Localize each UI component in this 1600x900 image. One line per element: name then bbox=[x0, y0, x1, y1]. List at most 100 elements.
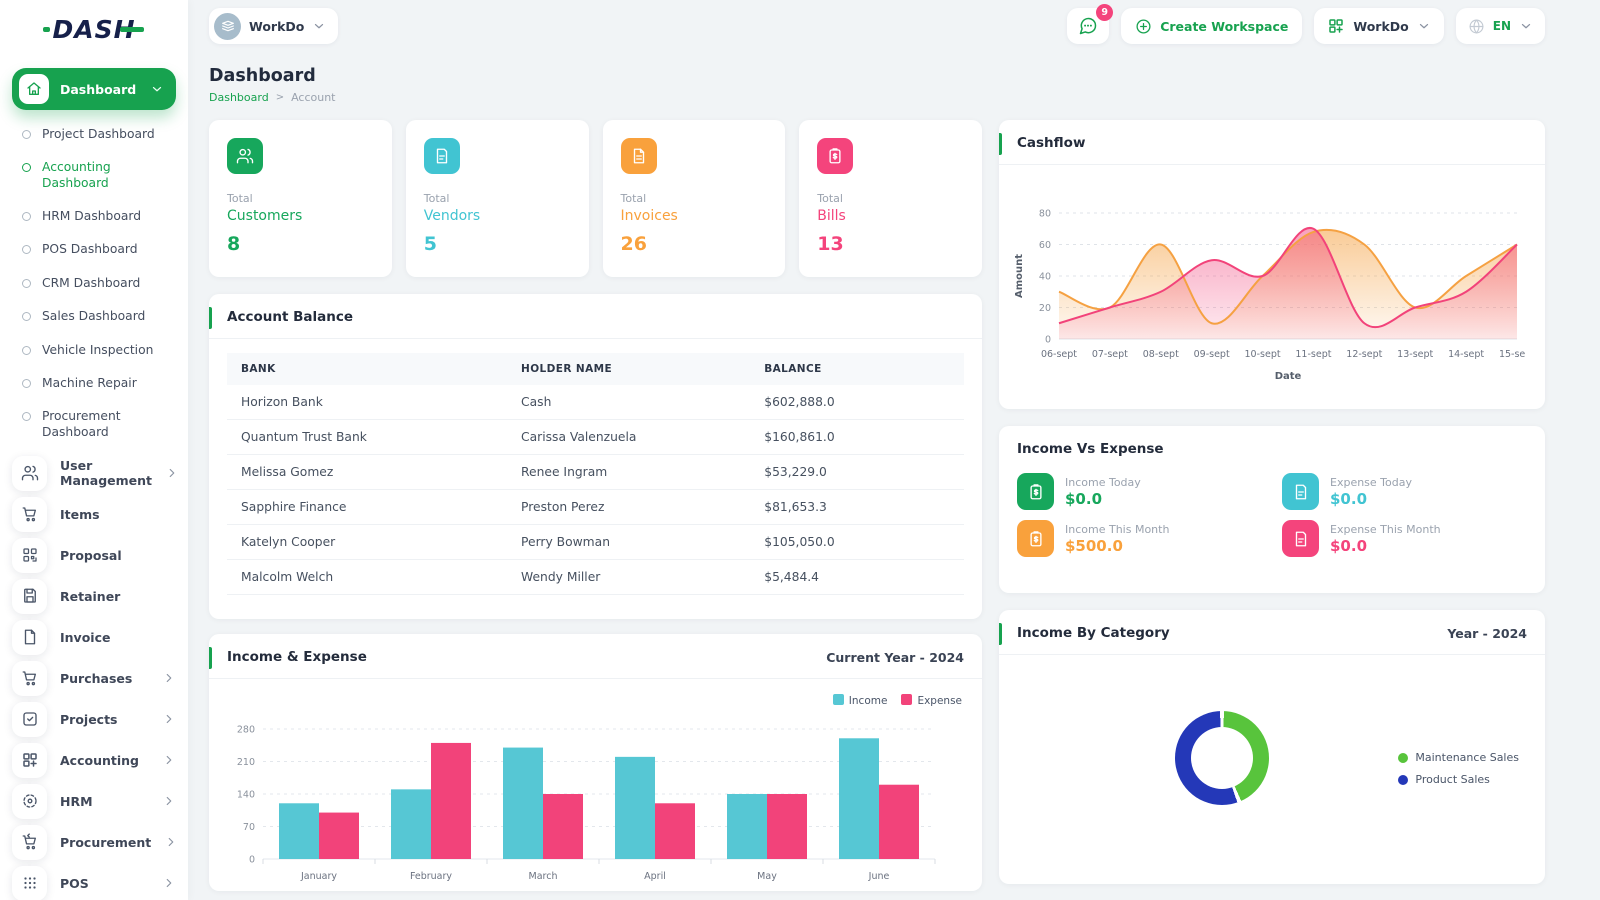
table-row: Quantum Trust BankCarissa Valenzuela$160… bbox=[227, 420, 964, 455]
sidebar-subitem-machine-repair[interactable]: Machine Repair bbox=[22, 367, 182, 400]
sidebar-item-dashboard[interactable]: Dashboard bbox=[12, 68, 176, 110]
svg-text:80: 80 bbox=[1039, 209, 1051, 220]
language-label: EN bbox=[1493, 19, 1511, 33]
chat-icon bbox=[1078, 16, 1098, 36]
sidebar-item-invoice[interactable]: Invoice bbox=[12, 617, 176, 658]
income-by-category-donut bbox=[1175, 711, 1269, 805]
disk-icon bbox=[12, 579, 47, 614]
app-logo[interactable]: DASH bbox=[0, 6, 188, 52]
ivse-item-income-this-month: Income This Month $500.0 bbox=[1017, 520, 1262, 557]
ivse-item-expense-today: Expense Today $0.0 bbox=[1282, 473, 1527, 510]
sidebar-subitem-sales-dashboard[interactable]: Sales Dashboard bbox=[22, 300, 182, 333]
stat-value: 8 bbox=[227, 233, 374, 255]
circle-icon bbox=[22, 130, 31, 139]
income-by-category-subtitle: Year - 2024 bbox=[1447, 626, 1527, 641]
table-row: Melissa GomezRenee Ingram$53,229.0 bbox=[227, 455, 964, 490]
sidebar-item-pos[interactable]: POS bbox=[12, 863, 176, 900]
sidebar-subitem-pos-dashboard[interactable]: POS Dashboard bbox=[22, 233, 182, 266]
column-header: HOLDER NAME bbox=[507, 353, 750, 385]
checkbox-icon bbox=[12, 702, 47, 737]
circle-icon bbox=[22, 379, 31, 388]
app-logo-text: DASH bbox=[52, 15, 135, 44]
sidebar-subitem-accounting-dashboard[interactable]: Accounting Dashboard bbox=[22, 151, 182, 200]
sidebar: DASH Dashboard Project Dashboard Account… bbox=[0, 0, 188, 900]
grid-plus-icon bbox=[1327, 17, 1345, 35]
sidebar-item-accounting[interactable]: Accounting bbox=[12, 740, 176, 781]
sidebar-item-items[interactable]: Items bbox=[12, 494, 176, 535]
table-row: Malcolm WelchWendy Miller$5,484.4 bbox=[227, 560, 964, 595]
chevron-right-icon bbox=[165, 466, 179, 480]
stat-card-invoices: Total Invoices 26 bbox=[603, 120, 786, 277]
sidebar-subitem-procurement-dashboard[interactable]: Procurement Dashboard bbox=[22, 400, 182, 449]
sidebar-item-projects[interactable]: Projects bbox=[12, 699, 176, 740]
income-expense-bar-chart: 070140210280JanuaryFebruaryMarchAprilMay… bbox=[209, 679, 982, 897]
legend-dot bbox=[1398, 753, 1408, 763]
svg-text:January: January bbox=[300, 871, 337, 882]
users-icon bbox=[12, 456, 47, 491]
circle-icon bbox=[22, 279, 31, 288]
column-header: BANK bbox=[227, 353, 507, 385]
create-workspace-label: Create Workspace bbox=[1160, 19, 1288, 34]
users-icon bbox=[227, 138, 263, 174]
svg-text:06-sept: 06-sept bbox=[1041, 349, 1077, 360]
svg-text:08-sept: 08-sept bbox=[1143, 349, 1179, 360]
circle-icon bbox=[22, 245, 31, 254]
topbar: WorkDo 9 Create Workspace WorkDo bbox=[209, 7, 1545, 45]
circle-icon bbox=[22, 312, 31, 321]
table-row: Katelyn CooperPerry Bowman$105,050.0 bbox=[227, 525, 964, 560]
income-vs-expense-title: Income Vs Expense bbox=[1017, 441, 1164, 457]
sidebar-subitem-vehicle-inspection[interactable]: Vehicle Inspection bbox=[22, 334, 182, 367]
stats-row: Total Customers 8 Total Vendors 5 Total … bbox=[209, 120, 982, 277]
sidebar-item-procurement[interactable]: Procurement bbox=[12, 822, 176, 863]
chevron-right-icon bbox=[164, 835, 178, 849]
sidebar-item-proposal[interactable]: Proposal bbox=[12, 535, 176, 576]
right-column: Cashflow 02040608006-sept07-sept08-sept0… bbox=[999, 120, 1545, 891]
svg-text:May: May bbox=[757, 871, 777, 882]
file-note-icon bbox=[424, 138, 460, 174]
main-content: WorkDo 9 Create Workspace WorkDo bbox=[188, 0, 1600, 900]
chevron-right-icon bbox=[162, 753, 176, 767]
svg-text:210: 210 bbox=[237, 757, 255, 768]
sidebar-item-user-management[interactable]: User Management bbox=[12, 453, 176, 494]
sidebar-item-hrm[interactable]: HRM bbox=[12, 781, 176, 822]
sidebar-subitem-project-dashboard[interactable]: Project Dashboard bbox=[22, 118, 182, 151]
column-header: BALANCE bbox=[750, 353, 964, 385]
dashboard-submenu: Project Dashboard Accounting Dashboard H… bbox=[0, 118, 188, 449]
income-by-category-title: Income By Category bbox=[1017, 625, 1170, 641]
notification-badge: 9 bbox=[1096, 4, 1113, 21]
clipboard-dollar-icon bbox=[1017, 473, 1054, 510]
messages-button[interactable]: 9 bbox=[1067, 8, 1109, 44]
chevron-right-icon bbox=[162, 876, 176, 890]
home-icon bbox=[19, 74, 49, 104]
cashflow-area-chart: 02040608006-sept07-sept08-sept09-sept10-… bbox=[999, 165, 1545, 403]
sidebar-menu: User Management Items Proposal Retainer … bbox=[0, 453, 188, 900]
donut-chart-area: Maintenance Sales Product Sales bbox=[999, 655, 1545, 871]
sidebar-subitem-hrm-dashboard[interactable]: HRM Dashboard bbox=[22, 200, 182, 233]
legend-item-expense: Expense bbox=[901, 694, 962, 707]
language-selector[interactable]: EN bbox=[1456, 8, 1545, 44]
svg-text:12-sept: 12-sept bbox=[1346, 349, 1382, 360]
svg-text:June: June bbox=[868, 871, 890, 882]
clipboard-dollar-icon bbox=[1017, 520, 1054, 557]
sidebar-item-purchases[interactable]: Purchases bbox=[12, 658, 176, 699]
sidebar-subitem-crm-dashboard[interactable]: CRM Dashboard bbox=[22, 267, 182, 300]
workspace-switcher[interactable]: WorkDo bbox=[209, 8, 338, 44]
breadcrumb-current: Account bbox=[291, 91, 335, 104]
app-root: DASH Dashboard Project Dashboard Account… bbox=[0, 0, 1600, 900]
income-expense-title: Income & Expense bbox=[227, 649, 367, 665]
breadcrumb: Dashboard > Account bbox=[209, 91, 1545, 104]
sidebar-item-retainer[interactable]: Retainer bbox=[12, 576, 176, 617]
svg-text:0: 0 bbox=[249, 855, 255, 866]
page-head: Dashboard Dashboard > Account bbox=[209, 66, 1545, 104]
circle-icon bbox=[22, 412, 31, 421]
income-expense-subtitle: Current Year - 2024 bbox=[826, 650, 964, 665]
circle-icon bbox=[22, 212, 31, 221]
breadcrumb-link-dashboard[interactable]: Dashboard bbox=[209, 91, 269, 104]
workdo-menu-button[interactable]: WorkDo bbox=[1314, 8, 1443, 44]
svg-text:13-sept: 13-sept bbox=[1397, 349, 1433, 360]
create-workspace-button[interactable]: Create Workspace bbox=[1121, 8, 1302, 44]
file-icon bbox=[12, 620, 47, 655]
account-balance-card: Account Balance BANKHOLDER NAMEBALANCE H… bbox=[209, 294, 982, 619]
workdo-label: WorkDo bbox=[1353, 19, 1408, 34]
clipboard-dollar-icon bbox=[817, 138, 853, 174]
